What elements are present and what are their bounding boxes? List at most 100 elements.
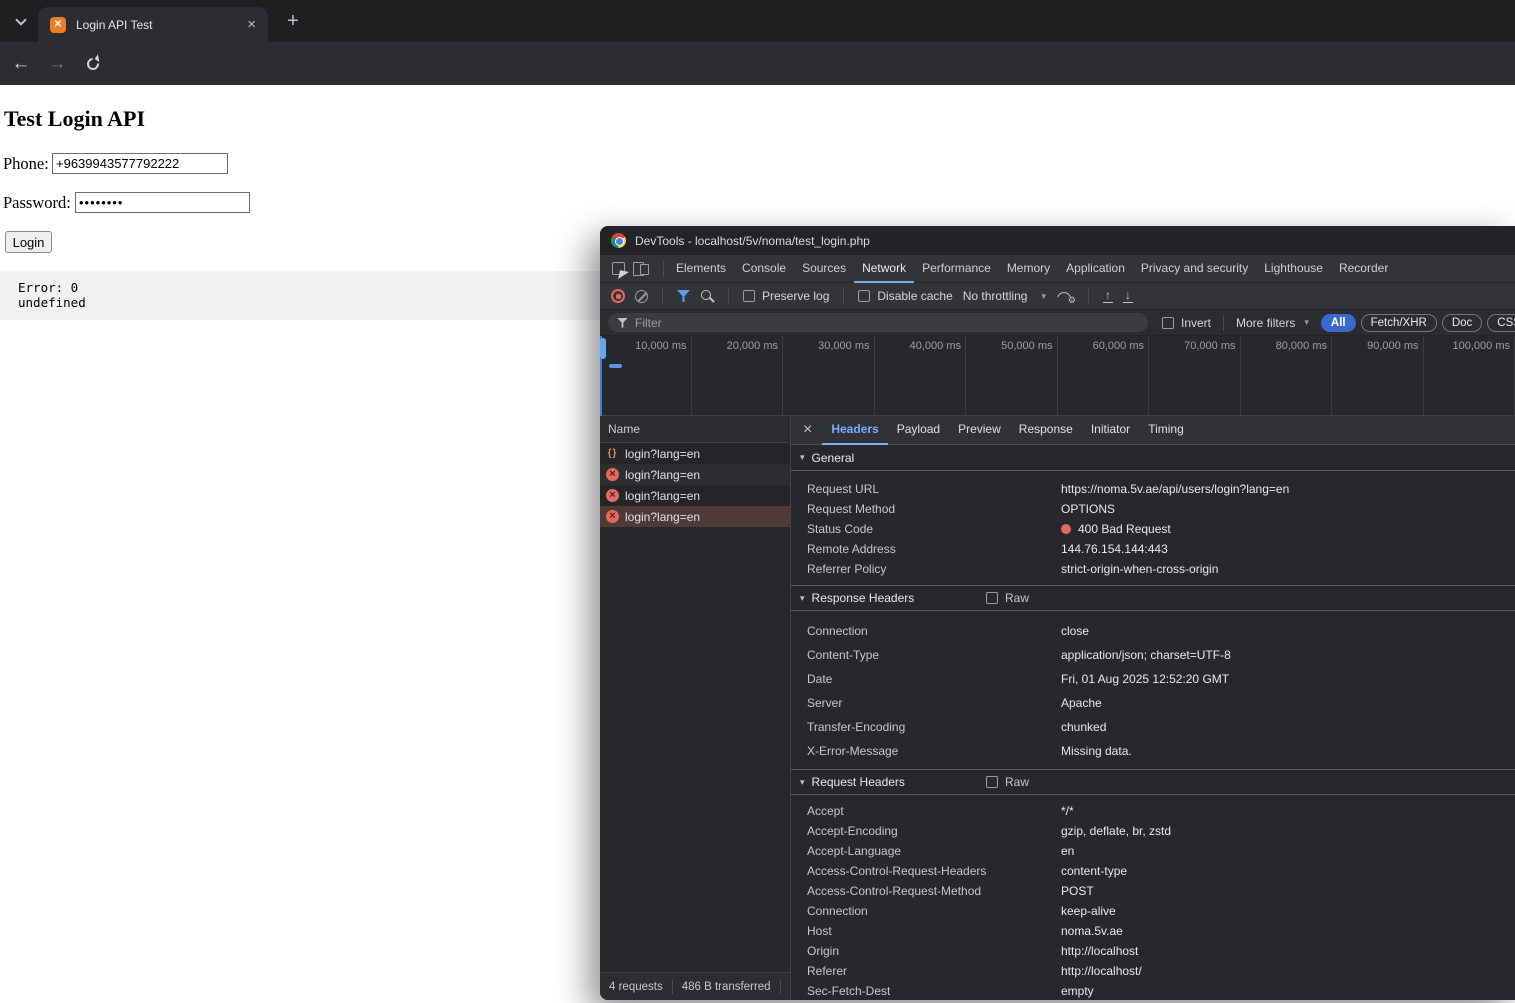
device-toolbar-icon[interactable]	[633, 262, 649, 275]
raw-checkbox[interactable]	[986, 776, 998, 788]
request-detail-tab[interactable]: Payload	[888, 416, 949, 445]
devtools-tab[interactable]: Recorder	[1331, 255, 1396, 283]
preserve-log-checkbox[interactable]	[743, 290, 755, 302]
section-title: Response Headers	[812, 591, 915, 605]
section-response-headers: ▾ Response Headers Raw Connection	[791, 585, 1515, 769]
divider	[728, 288, 729, 304]
forward-arrow-icon: →	[48, 53, 67, 75]
filter-chip[interactable]: Doc	[1442, 314, 1482, 332]
tab-close-button[interactable]: ×	[247, 17, 256, 32]
filter-chip[interactable]: Fetch/XHR	[1361, 314, 1437, 332]
request-list-panel: Name login?lang=en login?lang=en login?l…	[600, 416, 790, 1000]
raw-toggle: Raw	[986, 591, 1029, 605]
request-name: login?lang=en	[625, 468, 700, 482]
section-header[interactable]: ▾ Request Headers Raw	[791, 769, 1515, 795]
devtools-tab[interactable]: Lighthouse	[1256, 255, 1331, 283]
header-value-text: OPTIONS	[1061, 502, 1115, 516]
password-input[interactable]	[75, 192, 250, 213]
phone-input[interactable]	[52, 153, 228, 174]
reload-button[interactable]	[76, 42, 110, 85]
header-value: 400 Bad Request	[1061, 522, 1515, 536]
request-row[interactable]: login?lang=en	[600, 485, 790, 506]
header-value-text: POST	[1061, 884, 1094, 898]
timeline-handle[interactable]	[600, 338, 606, 359]
divider	[662, 288, 663, 304]
header-key: Host	[807, 924, 1061, 938]
header-key: Request Method	[807, 502, 1061, 516]
timeline-tick: 50,000 ms	[966, 336, 1058, 415]
section-header[interactable]: ▾ Response Headers Raw	[791, 585, 1515, 611]
header-value: OPTIONS	[1061, 502, 1515, 516]
header-value: POST	[1061, 884, 1515, 898]
result-text: Error: 0 undefined	[18, 280, 86, 310]
new-tab-button[interactable]: +	[280, 8, 306, 34]
throttling-value: No throttling	[963, 289, 1028, 303]
filter-input[interactable]: Filter	[608, 313, 1148, 332]
throttling-select[interactable]: No throttling ▾	[963, 289, 1046, 303]
header-value-text: close	[1061, 624, 1089, 638]
section-title: General	[812, 451, 855, 465]
devtools-tab[interactable]: Application	[1058, 255, 1133, 283]
header-row: X-Error-Message Missing data.	[791, 739, 1515, 763]
header-row: Accept-Encoding gzip, deflate, br, zstd	[791, 821, 1515, 841]
record-button[interactable]	[611, 289, 625, 303]
more-filters-button[interactable]: More filters ▾	[1236, 316, 1309, 330]
request-row[interactable]: login?lang=en	[600, 443, 790, 464]
raw-checkbox[interactable]	[986, 592, 998, 604]
request-detail-tab[interactable]: Timing	[1139, 416, 1193, 445]
devtools-tab[interactable]: Memory	[999, 255, 1058, 283]
filter-chip[interactable]: CSS	[1487, 314, 1515, 332]
header-value: Fri, 01 Aug 2025 12:52:20 GMT	[1061, 672, 1515, 686]
forward-button[interactable]: →	[40, 42, 74, 85]
devtools-tab[interactable]: Privacy and security	[1133, 255, 1256, 283]
network-status-bar: 4 requests 486 B transferred	[600, 972, 790, 1000]
header-key: Status Code	[807, 522, 1061, 536]
request-row[interactable]: login?lang=en	[600, 506, 790, 527]
header-row: Referer http://localhost/	[791, 961, 1515, 981]
request-detail-tab[interactable]: Headers	[822, 416, 887, 445]
header-value-text: */*	[1061, 804, 1074, 818]
network-conditions-icon[interactable]	[1056, 290, 1074, 303]
clear-button[interactable]	[635, 290, 648, 303]
result-line-2: undefined	[18, 295, 86, 310]
request-row[interactable]: login?lang=en	[600, 464, 790, 485]
request-detail-tab[interactable]: Response	[1010, 416, 1082, 445]
back-button[interactable]: ←	[4, 42, 38, 85]
request-detail-tab[interactable]: Preview	[949, 416, 1010, 445]
invert-checkbox[interactable]	[1162, 317, 1174, 329]
header-value: chunked	[1061, 720, 1515, 734]
timeline-tick: 90,000 ms	[1332, 336, 1424, 415]
devtools-tab[interactable]: Console	[734, 255, 794, 283]
devtools-tab[interactable]: Performance	[914, 255, 999, 283]
request-table-header[interactable]: Name	[600, 416, 790, 443]
devtools-tab[interactable]: Network	[854, 255, 914, 283]
devtools-tab[interactable]: Elements	[668, 255, 734, 283]
disclosure-triangle-icon: ▾	[800, 452, 805, 463]
export-har-icon[interactable]: ↓	[1123, 290, 1133, 303]
invert-label: Invert	[1181, 316, 1211, 330]
browser-tab[interactable]: ✕ Login API Test ×	[38, 7, 268, 42]
section-header[interactable]: ▾ General	[791, 445, 1515, 471]
password-label: Password:	[3, 193, 71, 213]
header-value-text: empty	[1061, 984, 1094, 998]
devtools-tabs: ElementsConsoleSourcesNetworkPerformance…	[668, 255, 1396, 283]
filter-toggle-icon[interactable]	[677, 290, 690, 302]
devtools-tab[interactable]: Sources	[794, 255, 854, 283]
disable-cache-checkbox[interactable]	[858, 290, 870, 302]
import-har-icon[interactable]: ↑	[1103, 290, 1113, 303]
request-detail-tab[interactable]: Initiator	[1082, 416, 1139, 445]
timeline-tick: 100,000 ms	[1424, 336, 1515, 415]
devtools-titlebar[interactable]: DevTools - localhost/5v/noma/test_login.…	[600, 226, 1515, 255]
header-key: Accept-Language	[807, 844, 1061, 858]
timeline-overview[interactable]: 10,000 ms20,000 ms30,000 ms40,000 ms50,0…	[600, 336, 1515, 416]
header-key: Origin	[807, 944, 1061, 958]
search-icon[interactable]	[700, 289, 714, 303]
tab-search-button[interactable]	[8, 9, 34, 35]
header-value-text: 400 Bad Request	[1078, 522, 1171, 536]
inspect-element-icon[interactable]	[612, 262, 625, 275]
close-details-button[interactable]: ×	[803, 422, 812, 438]
header-row: Access-Control-Request-Headers content-t…	[791, 861, 1515, 881]
header-value-text: chunked	[1061, 720, 1106, 734]
login-button[interactable]: Login	[5, 231, 52, 253]
filter-chip[interactable]: All	[1321, 314, 1356, 332]
